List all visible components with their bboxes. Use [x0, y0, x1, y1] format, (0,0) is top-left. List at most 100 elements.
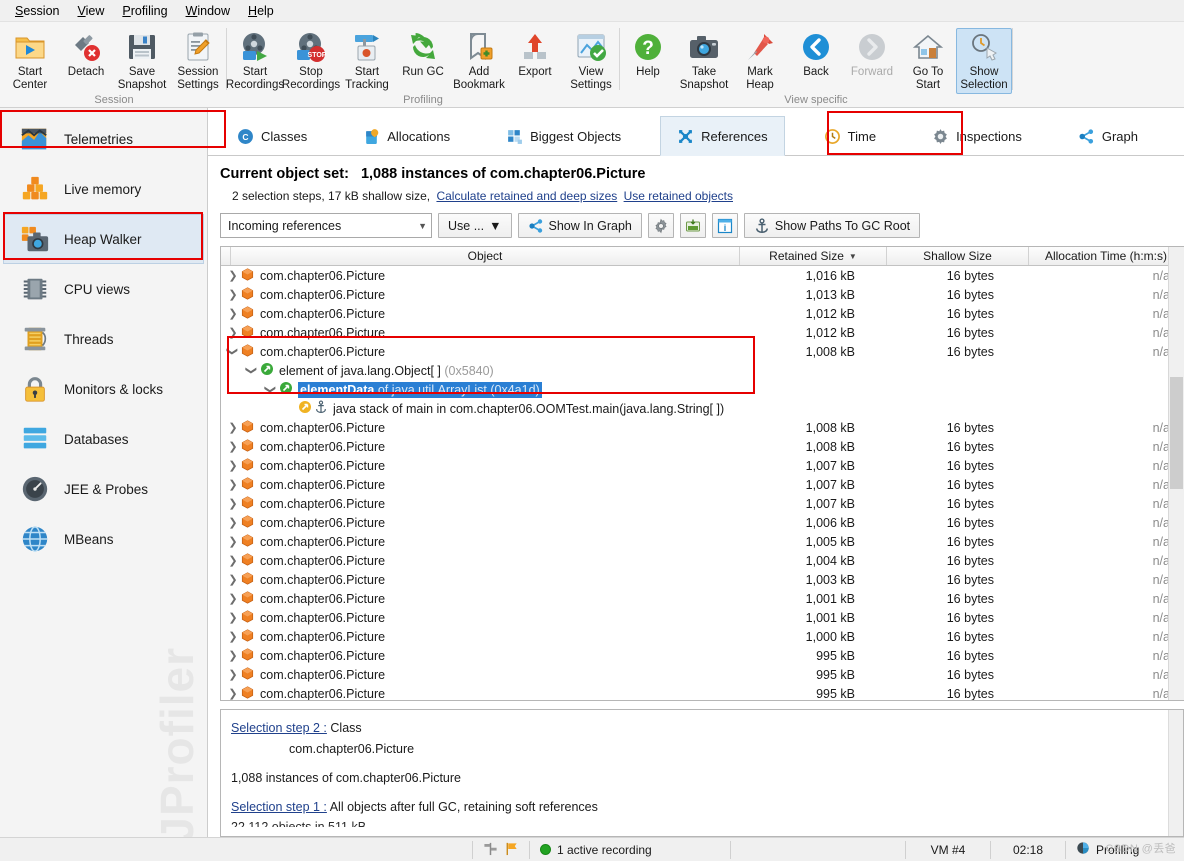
menu-item-indow[interactable]: Window: [177, 2, 239, 20]
use-button[interactable]: Use ... ▼: [438, 213, 512, 238]
table-column-allocation-time[interactable]: Allocation Time (h:m:s): [1029, 247, 1184, 265]
selection-step-1-link[interactable]: Selection step 1 :: [231, 800, 327, 814]
toolbar-button-run-gc[interactable]: Run GC: [395, 28, 451, 82]
menu-item-ession[interactable]: Session: [6, 2, 68, 20]
tree-expander-collapsed[interactable]: ❯: [225, 649, 241, 662]
table-row[interactable]: ❯ com.chapter06.Picture 1,013 kB 16 bytes n/…: [221, 285, 1184, 304]
tree-expander-collapsed[interactable]: ❯: [225, 611, 241, 624]
tree-expander-collapsed[interactable]: ❯: [225, 478, 241, 491]
use-retained-objects-link[interactable]: Use retained objects: [624, 189, 733, 203]
table-row[interactable]: java stack of main in com.chapter06.OOMT…: [221, 399, 1184, 418]
toolbar-button-go-to-start[interactable]: Go To Start: [900, 28, 956, 94]
toolbar-button-export[interactable]: Export: [507, 28, 563, 82]
tree-expander-collapsed[interactable]: ❯: [225, 535, 241, 548]
tree-expander-expanded[interactable]: ❯: [244, 364, 260, 377]
toolbar-button-take-snapshot[interactable]: Take Snapshot: [676, 28, 732, 94]
table-row[interactable]: ❯ com.chapter06.Picture 1,007 kB 16 bytes n/…: [221, 475, 1184, 494]
table-column-shallow-size[interactable]: Shallow Size: [887, 247, 1029, 265]
table-row[interactable]: ❯ com.chapter06.Picture 1,007 kB 16 bytes n/…: [221, 456, 1184, 475]
status-bookmark-cell[interactable]: [473, 838, 529, 861]
toolbar-button-add-bookmark[interactable]: Add Bookmark: [451, 28, 507, 94]
tab-allocations[interactable]: Allocations: [346, 116, 467, 156]
toolbar-button-mark-heap[interactable]: Mark Heap: [732, 28, 788, 94]
show-in-graph-button[interactable]: Show In Graph: [517, 213, 642, 238]
table-row[interactable]: ❯ com.chapter06.Picture 1,008 kB 16 bytes n/…: [221, 437, 1184, 456]
tree-expander-collapsed[interactable]: ❯: [225, 459, 241, 472]
table-row[interactable]: ❯ com.chapter06.Picture 1,001 kB 16 bytes n/…: [221, 608, 1184, 627]
toolbar-button-start-center[interactable]: Start Center: [2, 28, 58, 94]
table-row[interactable]: ❯ com.chapter06.Picture 1,012 kB 16 bytes n/…: [221, 304, 1184, 323]
view-settings-button[interactable]: [647, 213, 674, 238]
sidebar-item-live-memory[interactable]: Live memory: [3, 164, 204, 214]
tree-expander-collapsed[interactable]: ❯: [225, 668, 241, 681]
show-paths-to-gc-root-button[interactable]: Show Paths To GC Root: [743, 213, 921, 238]
table-row[interactable]: ❯ element of java.lang.Object[ ] (0x5840): [221, 361, 1184, 380]
tree-expander-collapsed[interactable]: ❯: [225, 497, 241, 510]
selection-panel-scrollbar[interactable]: [1168, 710, 1183, 836]
table-row[interactable]: ❯ com.chapter06.Picture 995 kB 16 bytes n/a: [221, 684, 1184, 700]
table-vertical-scrollbar[interactable]: [1168, 247, 1184, 700]
table-column-object[interactable]: Object: [231, 247, 740, 265]
info-button[interactable]: i: [711, 213, 738, 238]
tree-expander-collapsed[interactable]: ❯: [225, 554, 241, 567]
table-row[interactable]: ❯ com.chapter06.Picture 1,007 kB 16 bytes n/…: [221, 494, 1184, 513]
table-row[interactable]: ❯ com.chapter06.Picture 1,003 kB 16 bytes n/…: [221, 570, 1184, 589]
reference-mode-select[interactable]: Incoming references ▼: [220, 213, 432, 238]
toolbar-button-help[interactable]: ? Help: [620, 28, 676, 82]
toolbar-button-detach[interactable]: Detach: [58, 28, 114, 82]
tree-expander-collapsed[interactable]: ❯: [225, 269, 241, 282]
tab-time[interactable]: Time: [807, 116, 893, 156]
menu-item-rofiling[interactable]: Profiling: [113, 2, 176, 20]
table-row[interactable]: ❯ com.chapter06.Picture 1,012 kB 16 bytes n/…: [221, 323, 1184, 342]
sidebar-item-heap-walker[interactable]: Heap Walker: [3, 214, 204, 264]
table-row[interactable]: ❯ com.chapter06.Picture 1,006 kB 16 bytes n/…: [221, 513, 1184, 532]
sidebar-item-mbeans[interactable]: MBeans: [3, 514, 204, 564]
table-row[interactable]: ❯ elementData of java.util.ArrayList (0x4…: [221, 380, 1184, 399]
table-row[interactable]: ❯ com.chapter06.Picture 1,016 kB 16 bytes n/…: [221, 266, 1184, 285]
toolbar-button-start-recordings[interactable]: Start Recordings: [226, 28, 284, 94]
table-row[interactable]: ❯ com.chapter06.Picture 995 kB 16 bytes n/a: [221, 646, 1184, 665]
sidebar-item-cpu-views[interactable]: CPU views: [3, 264, 204, 314]
tree-expander-collapsed[interactable]: ❯: [225, 516, 241, 529]
tree-expander-collapsed[interactable]: ❯: [225, 421, 241, 434]
table-row[interactable]: ❯ com.chapter06.Picture 1,005 kB 16 bytes n/…: [221, 532, 1184, 551]
flag-icon[interactable]: [504, 841, 519, 859]
tree-expander-collapsed[interactable]: ❯: [225, 326, 241, 339]
toolbar-button-show-selection[interactable]: Show Selection: [956, 28, 1012, 94]
tree-expander-collapsed[interactable]: ❯: [225, 592, 241, 605]
calculate-retained-link[interactable]: Calculate retained and deep sizes: [436, 189, 617, 203]
menu-item-elp[interactable]: Help: [239, 2, 283, 20]
tree-expander-collapsed[interactable]: ❯: [225, 288, 241, 301]
toolbar-button-save-snapshot[interactable]: Save Snapshot: [114, 28, 170, 94]
scrollbar-thumb[interactable]: [1170, 377, 1183, 489]
tree-expander-collapsed[interactable]: ❯: [225, 440, 241, 453]
toolbar-button-session-settings[interactable]: Session Settings: [170, 28, 226, 94]
export-table-button[interactable]: [679, 213, 706, 238]
tab-biggest-objects[interactable]: Biggest Objects: [489, 116, 638, 156]
table-row[interactable]: ❯ com.chapter06.Picture 1,008 kB 16 bytes n/…: [221, 342, 1184, 361]
tab-references[interactable]: References: [660, 116, 785, 156]
sidebar-item-monitors-locks[interactable]: Monitors & locks: [3, 364, 204, 414]
tree-expander-collapsed[interactable]: ❯: [225, 687, 241, 700]
tree-expander-collapsed[interactable]: ❯: [225, 307, 241, 320]
tab-inspections[interactable]: Inspections: [915, 116, 1039, 156]
tree-expander-collapsed[interactable]: ❯: [225, 573, 241, 586]
toolbar-button-view-settings[interactable]: View Settings: [563, 28, 619, 94]
menu-item-iew[interactable]: View: [68, 2, 113, 20]
table-row[interactable]: ❯ com.chapter06.Picture 995 kB 16 bytes n/a: [221, 665, 1184, 684]
tree-expander-expanded[interactable]: ❯: [225, 345, 241, 358]
toolbar-button-back[interactable]: Back: [788, 28, 844, 82]
toolbar-button-start-tracking[interactable]: Start Tracking: [339, 28, 395, 94]
tab-classes[interactable]: C Classes: [220, 116, 324, 156]
table-row[interactable]: ❯ com.chapter06.Picture 1,001 kB 16 bytes n/…: [221, 589, 1184, 608]
tab-graph[interactable]: Graph: [1061, 116, 1155, 156]
sidebar-item-threads[interactable]: Threads: [3, 314, 204, 364]
tree-expander-collapsed[interactable]: ❯: [225, 630, 241, 643]
selection-step-2-link[interactable]: Selection step 2 :: [231, 721, 327, 735]
table-column-retained-size[interactable]: Retained Size ▼: [740, 247, 887, 265]
signpost-icon[interactable]: [483, 841, 498, 859]
tree-expander-expanded[interactable]: ❯: [263, 383, 279, 396]
sidebar-item-databases[interactable]: Databases: [3, 414, 204, 464]
sidebar-item-jee-probes[interactable]: JEE & Probes: [3, 464, 204, 514]
table-row[interactable]: ❯ com.chapter06.Picture 1,008 kB 16 bytes n/…: [221, 418, 1184, 437]
